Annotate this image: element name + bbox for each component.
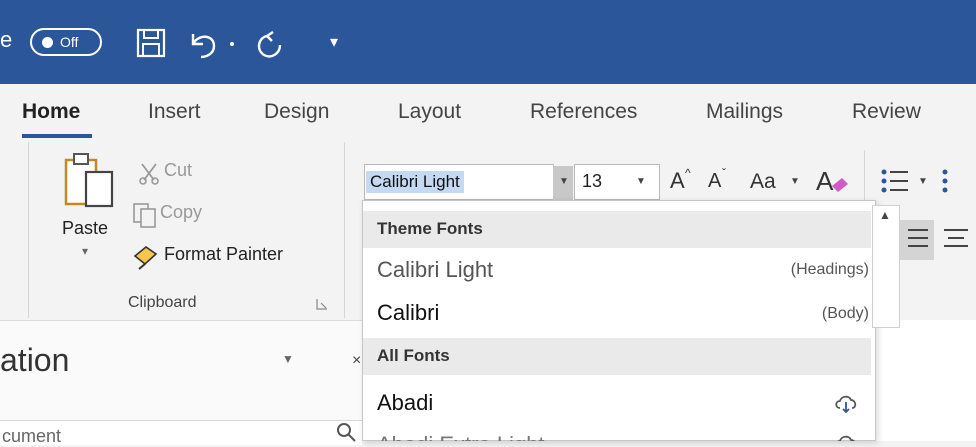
autosave-toggle[interactable]: Off xyxy=(30,28,102,56)
cloud-download-icon xyxy=(837,435,855,441)
font-option-note: (Headings) xyxy=(790,261,869,278)
shrink-font-button[interactable]: A xyxy=(708,170,721,193)
autosave-label: e xyxy=(0,27,13,52)
chevron-down-icon: ▼ xyxy=(559,176,569,187)
align-icons[interactable] xyxy=(898,220,976,260)
font-size-dropdown-icon[interactable]: ▼ xyxy=(636,176,646,187)
paste-dropdown-icon[interactable]: ▾ xyxy=(82,244,88,258)
font-name-dropdown-button[interactable]: ▼ xyxy=(553,166,573,200)
grow-font-icon: ^ xyxy=(685,166,691,180)
qat-customize-icon[interactable]: ▾ xyxy=(330,32,338,52)
font-option-name: Calibri Light xyxy=(377,257,494,282)
redo-icon[interactable] xyxy=(250,24,290,64)
font-option-name: Calibri xyxy=(377,300,440,325)
tab-mailings[interactable]: Mailings xyxy=(706,100,783,124)
search-document-input[interactable]: cument xyxy=(2,426,61,447)
tab-design[interactable]: Design xyxy=(264,100,329,124)
tab-home[interactable]: Home xyxy=(22,100,80,124)
pane-options-icon[interactable]: ▼ xyxy=(282,352,294,366)
svg-text:A: A xyxy=(816,166,834,196)
bullets-icon[interactable] xyxy=(878,164,912,198)
clear-formatting-icon[interactable]: A xyxy=(812,164,852,200)
clipboard-group-label: Clipboard xyxy=(128,294,197,311)
grow-font-button[interactable]: A xyxy=(670,168,685,194)
toggle-dot xyxy=(42,37,53,48)
format-painter-label: Format Painter xyxy=(164,244,284,264)
font-option-abadi[interactable]: Abadi xyxy=(363,380,871,424)
tab-review[interactable]: Review xyxy=(852,100,921,124)
pane-close-icon[interactable]: × xyxy=(352,352,361,370)
paste-label[interactable]: Paste xyxy=(62,218,108,239)
cloud-download-icon xyxy=(835,395,857,414)
active-tab-indicator xyxy=(22,134,92,138)
numbering-icon[interactable] xyxy=(936,164,976,198)
undo-dropdown-icon[interactable] xyxy=(226,38,238,50)
tab-insert[interactable]: Insert xyxy=(148,100,201,124)
bullets-dropdown-icon[interactable]: ▼ xyxy=(918,176,928,187)
font-option-name: Abadi Extra Light xyxy=(377,432,545,441)
font-option-calibri-light[interactable]: Calibri Light (Headings) xyxy=(363,248,871,292)
dropdown-scrollbar[interactable] xyxy=(872,205,900,328)
font-name-input[interactable]: Calibri Light xyxy=(366,171,464,193)
font-option-calibri[interactable]: Calibri (Body) xyxy=(363,292,871,336)
copy-icon xyxy=(133,203,156,228)
scroll-up-icon[interactable]: ▲ xyxy=(879,208,891,222)
change-case-dropdown-icon[interactable]: ▼ xyxy=(790,176,800,187)
save-icon[interactable] xyxy=(132,24,172,64)
font-option-name: Abadi xyxy=(377,390,434,415)
pane-title: ation xyxy=(0,342,70,378)
dialog-launcher-icon[interactable] xyxy=(316,298,328,310)
tab-references[interactable]: References xyxy=(530,100,637,124)
toggle-label: Off xyxy=(60,34,79,50)
group-divider xyxy=(344,142,345,318)
change-case-button[interactable]: Aa xyxy=(750,170,776,194)
undo-icon[interactable] xyxy=(184,24,224,64)
format-painter-icon xyxy=(133,245,158,270)
font-option-abadi-extra-light[interactable]: Abadi Extra Light xyxy=(363,424,871,441)
cut-icon xyxy=(139,163,159,185)
ribbon-tabs xyxy=(0,84,976,142)
shrink-font-icon: ˇ xyxy=(722,166,726,180)
all-fonts-header-label: All Fonts xyxy=(377,346,450,365)
paste-icon[interactable] xyxy=(62,150,118,212)
group-divider xyxy=(28,142,29,318)
tab-layout[interactable]: Layout xyxy=(398,100,461,124)
cut-label: Cut xyxy=(164,160,193,180)
document-canvas xyxy=(872,320,976,441)
font-option-note: (Body) xyxy=(821,305,869,322)
font-size-input[interactable]: 13 xyxy=(582,171,602,192)
copy-label: Copy xyxy=(160,202,203,222)
theme-fonts-header-label: Theme Fonts xyxy=(377,219,483,238)
